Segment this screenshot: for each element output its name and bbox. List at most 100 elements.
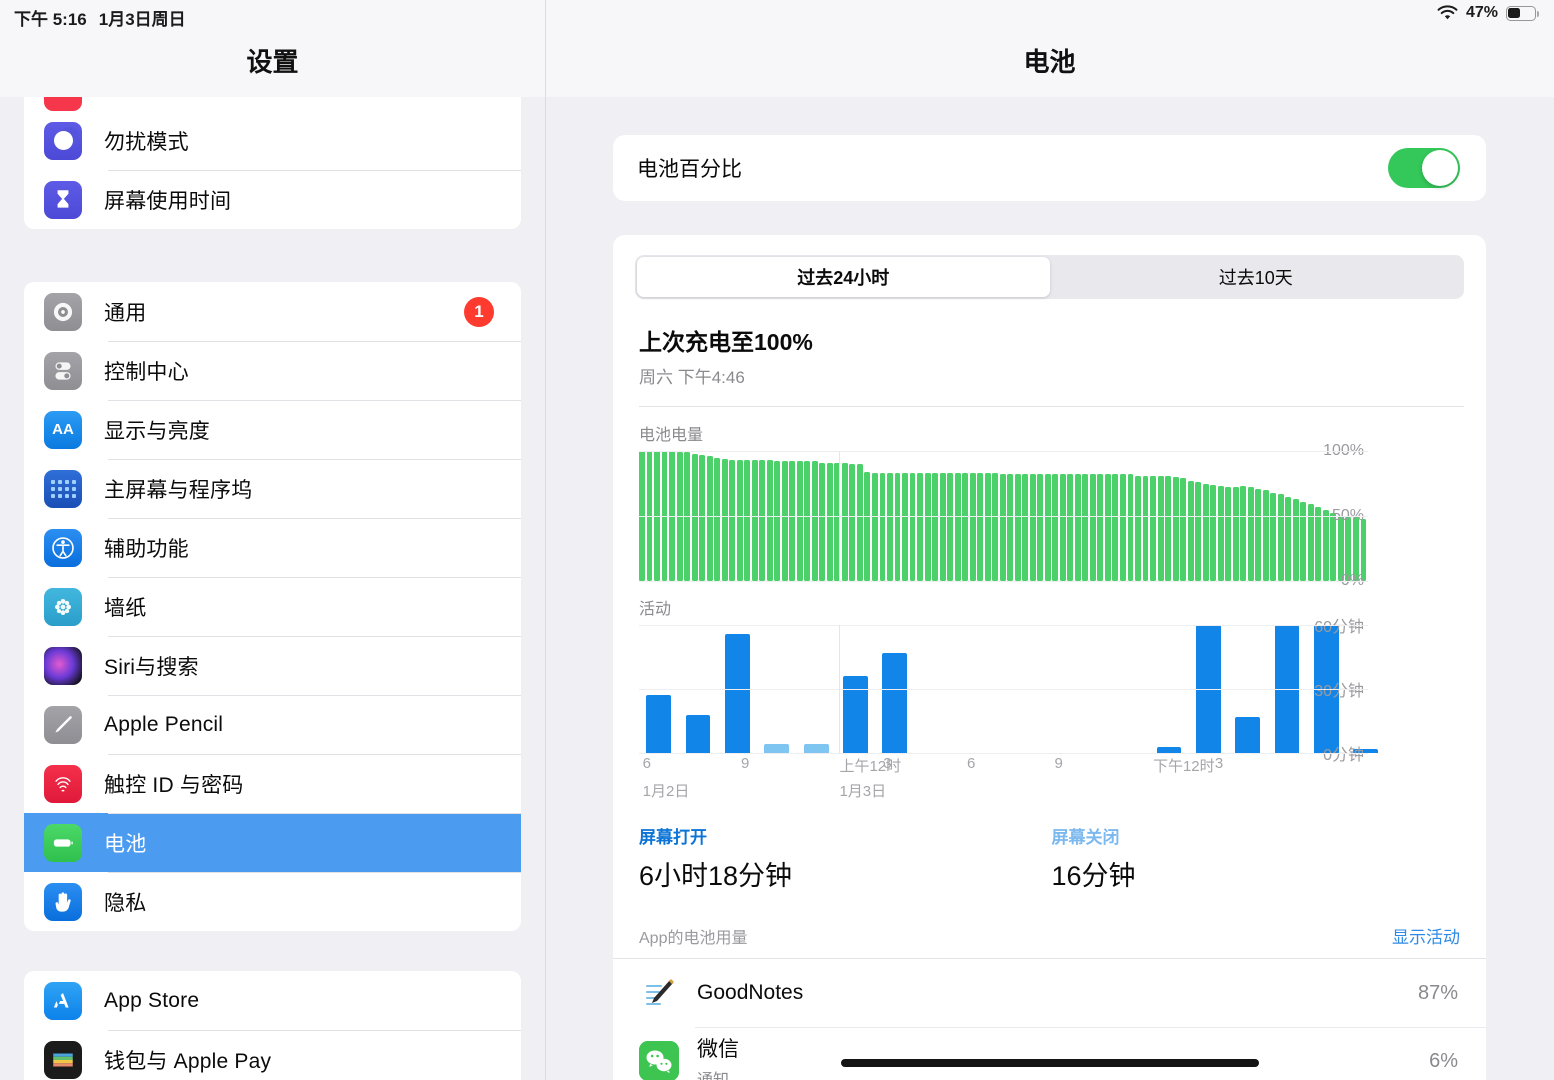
- bar: [729, 460, 736, 581]
- bar: [902, 473, 908, 581]
- sidebar-item-display-brightness[interactable]: AA 显示与亮度: [24, 400, 521, 459]
- bar: [706, 456, 713, 581]
- app-text-block: GoodNotes: [697, 981, 803, 1005]
- activity-plot-area: 60分钟 30分钟 0分钟: [639, 619, 1379, 764]
- sidebar-group-1: 勿扰模式 屏幕使用时间: [24, 111, 521, 229]
- bar: [751, 460, 758, 581]
- last-charge-block: 上次充电至100% 周六 下午4:46: [639, 323, 1464, 388]
- bar: [1172, 477, 1179, 581]
- sidebar-item-control-center[interactable]: 控制中心: [24, 341, 521, 400]
- bar: [843, 676, 868, 753]
- bar: [1217, 486, 1224, 581]
- bar: [894, 473, 901, 581]
- home-screen-icon: [44, 469, 82, 508]
- bar: [1202, 483, 1209, 581]
- sidebar-item-wallet-apple-pay[interactable]: 钱包与 Apple Pay: [24, 1030, 521, 1080]
- screen-on-value: 6小时18分钟: [639, 861, 793, 891]
- privacy-hand-icon: [44, 882, 82, 921]
- sidebar-item-label: 屏幕使用时间: [104, 189, 232, 213]
- toggle-knob: [1422, 150, 1458, 186]
- bar: [736, 460, 743, 581]
- moon-icon: [44, 121, 82, 160]
- x-axis-tick: 下午12时: [1152, 758, 1215, 775]
- sidebar-group-gap-2: [0, 931, 545, 971]
- sidebar-item-label: Siri与搜索: [104, 655, 199, 679]
- time-range-segmented-control[interactable]: 过去24小时 过去10天: [635, 255, 1464, 299]
- bar: [1225, 487, 1232, 581]
- gridline: [639, 625, 1368, 626]
- battery-percentage-row[interactable]: 电池百分比: [613, 135, 1486, 201]
- sidebar-item-do-not-disturb[interactable]: 勿扰模式: [24, 111, 521, 170]
- apps-section-header: App的电池用量 显示活动: [635, 893, 1464, 958]
- sidebar-item-label: 辅助功能: [104, 537, 189, 561]
- sidebar-partial-row-above: [24, 97, 521, 111]
- sidebar-item-accessibility[interactable]: 辅助功能: [24, 518, 521, 577]
- bar: [1255, 488, 1262, 581]
- x-axis-tick: 上午12时: [839, 758, 902, 775]
- sidebar-item-apple-pencil[interactable]: Apple Pencil: [24, 695, 521, 754]
- battery-percentage-label: 电池百分比: [637, 158, 742, 181]
- status-badge: 1: [464, 296, 494, 327]
- battery-percentage-toggle[interactable]: [1388, 148, 1460, 188]
- sidebar-item-label: 墙纸: [104, 596, 147, 620]
- bar: [917, 473, 923, 581]
- bar: [1044, 474, 1051, 581]
- list-item[interactable]: 微信 通知 6%: [613, 1027, 1486, 1080]
- siri-icon: [44, 646, 82, 685]
- sidebar-item-label: 隐私: [104, 891, 147, 915]
- bar: [764, 744, 790, 753]
- apps-section-label: App的电池用量: [639, 930, 748, 947]
- sidebar-item-label: 触控 ID 与密码: [104, 773, 244, 797]
- bar: [691, 453, 698, 581]
- bar: [841, 462, 848, 581]
- bar: [977, 473, 984, 581]
- bar: [789, 461, 796, 581]
- sidebar-item-wallpaper[interactable]: 墙纸: [24, 577, 521, 636]
- sidebar-item-label: 主屏幕与程序坞: [104, 478, 253, 502]
- bar: [759, 460, 766, 581]
- bar: [1180, 478, 1187, 581]
- sidebar-item-touch-id-passcode[interactable]: 触控 ID 与密码: [24, 754, 521, 813]
- last-charge-title: 上次充电至100%: [639, 329, 813, 355]
- screen-off-stat: 屏幕关闭 16分钟: [1052, 823, 1465, 893]
- activity-x-axis: 6 9 上午12时 3 6 9 下午12时 3 1月2日 1月3日: [639, 753, 1368, 809]
- bar: [1235, 716, 1261, 753]
- sidebar-item-battery[interactable]: 电池: [24, 813, 521, 872]
- gridline: [639, 516, 1368, 517]
- bar: [887, 473, 893, 581]
- screen-on-stat: 屏幕打开 6小时18分钟: [639, 823, 1052, 893]
- tab-last-10-days[interactable]: 过去10天: [1050, 257, 1463, 297]
- sidebar-item-label: 控制中心: [104, 360, 189, 384]
- list-item[interactable]: GoodNotes 87%: [613, 959, 1486, 1027]
- app-battery-percent: 87%: [1417, 981, 1458, 1004]
- bar: [1022, 474, 1029, 581]
- detail-body: 电池百分比 过去24小时 过去10天 上次充电至100% 周六 下午4:46 电…: [545, 97, 1554, 1080]
- bar: [999, 474, 1006, 581]
- bar: [725, 633, 750, 753]
- show-activity-link[interactable]: 显示活动: [1392, 923, 1460, 948]
- bar: [1089, 474, 1096, 581]
- tab-last-24-hours[interactable]: 过去24小时: [637, 257, 1050, 297]
- bar: [1135, 475, 1141, 581]
- bar: [819, 462, 826, 581]
- sidebar-item-siri-search[interactable]: Siri与搜索: [24, 636, 521, 695]
- x-axis-tick: 3: [1214, 755, 1224, 772]
- screen-time-stats: 屏幕打开 6小时18分钟 屏幕关闭 16分钟: [635, 815, 1464, 893]
- sidebar-item-screen-time[interactable]: 屏幕使用时间: [24, 170, 521, 229]
- home-indicator[interactable]: [840, 1059, 1259, 1067]
- sidebar-item-home-screen-dock[interactable]: 主屏幕与程序坞: [24, 459, 521, 518]
- bar: [1104, 474, 1111, 581]
- bar: [1112, 474, 1119, 581]
- x-axis-tick: 9: [1054, 755, 1063, 772]
- detail-header: 电池: [545, 0, 1554, 97]
- sidebar-item-general[interactable]: 通用 1: [24, 282, 521, 341]
- sidebar-scroll-area[interactable]: 勿扰模式 屏幕使用时间 通用 1 控制中心 AA 显示与亮度 主屏幕与程序坞 辅…: [0, 97, 545, 1080]
- control-center-icon: [44, 351, 82, 390]
- bar: [879, 473, 886, 581]
- bar: [685, 714, 711, 753]
- bar: [714, 457, 721, 581]
- dot-grid: [50, 479, 76, 498]
- bar: [947, 473, 954, 581]
- sidebar-item-privacy[interactable]: 隐私: [24, 872, 521, 931]
- sidebar-item-app-store[interactable]: App Store: [24, 971, 521, 1030]
